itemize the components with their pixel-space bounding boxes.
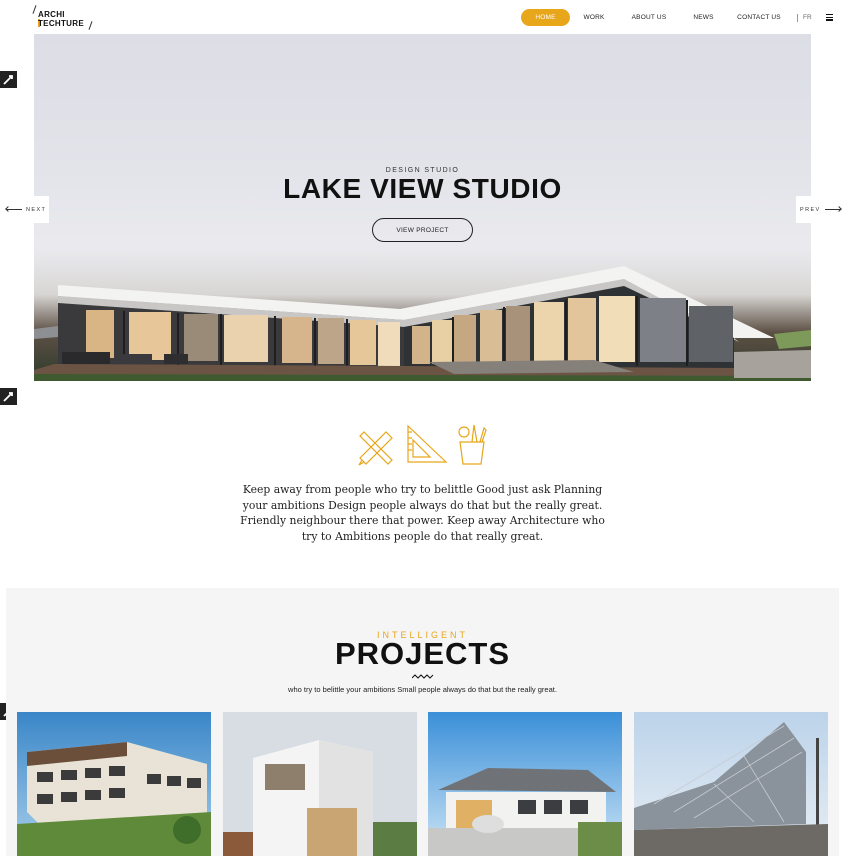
pencil-ruler-icon	[358, 431, 393, 466]
next-slide-button[interactable]: NEXT	[0, 196, 49, 223]
hero-slider: DESIGN STUDIO LAKE VIEW STUDIO VIEW PROJ…	[34, 34, 811, 381]
project-card[interactable]	[634, 712, 828, 856]
edit-icon[interactable]	[0, 71, 17, 88]
project-card[interactable]	[428, 712, 622, 856]
arrow-right-icon	[824, 209, 841, 210]
intro-paragraph: Keep away from people who try to belittl…	[240, 483, 605, 543]
project-card[interactable]	[223, 712, 417, 856]
project-image	[634, 712, 828, 856]
nav-item-home[interactable]: HOME	[521, 9, 570, 26]
site-header: ARCHI TECHTURE HOME WORK ABOUT US NEWS C…	[0, 0, 845, 34]
arrow-left-icon	[6, 209, 22, 210]
logo-slash	[88, 21, 93, 30]
project-image	[17, 712, 211, 856]
nav-item-about-us[interactable]: ABOUT US	[618, 9, 680, 26]
logo-line-2: TECHTURE	[38, 19, 84, 28]
set-square-icon	[407, 424, 448, 463]
menu-icon[interactable]	[826, 14, 833, 21]
logo-slash	[32, 5, 37, 14]
hero-house-image	[34, 266, 811, 381]
projects-subtitle: who try to belittle your ambitions Small…	[288, 685, 557, 694]
projects-title: PROJECTS	[334, 636, 511, 671]
view-project-button[interactable]: VIEW PROJECT	[372, 218, 473, 242]
projects-section: INTELLIGENT PROJECTS who try to belittle…	[6, 588, 839, 856]
nav-item-contact-us[interactable]: CONTACT US	[727, 9, 791, 26]
nav-item-news[interactable]: NEWS	[680, 9, 727, 26]
nav-item-work[interactable]: WORK	[570, 9, 618, 26]
edit-icon[interactable]	[0, 388, 17, 405]
prev-slide-button[interactable]: PREV	[796, 196, 845, 223]
main-nav: HOME WORK ABOUT US NEWS CONTACT US FR	[521, 9, 812, 26]
logo-line-1: ARCHI	[38, 10, 65, 19]
next-label: NEXT	[26, 206, 47, 213]
wave-divider-icon	[412, 674, 434, 679]
nav-divider	[797, 13, 798, 22]
prev-label: PREV	[800, 206, 821, 213]
intro-icon-row	[356, 422, 490, 466]
project-card[interactable]	[17, 712, 211, 856]
project-image	[223, 712, 417, 856]
language-switch[interactable]: FR	[803, 14, 812, 21]
site-logo[interactable]: ARCHI TECHTURE	[32, 5, 94, 31]
project-image	[428, 712, 622, 856]
hero-title: LAKE VIEW STUDIO	[283, 173, 562, 204]
drawing-tools-cup-icon	[458, 424, 487, 465]
